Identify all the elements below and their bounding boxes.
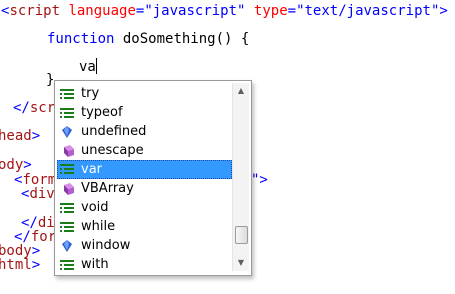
function-signature: doSomething() { [122, 31, 250, 47]
code-line-script-close: </scr [13, 98, 55, 118]
completion-item[interactable]: void [57, 198, 233, 217]
keyword-icon [60, 163, 74, 175]
typed-text: va [79, 59, 96, 75]
keyword-icon [60, 87, 74, 99]
tag-name: script [9, 3, 61, 19]
completion-item-label: with [81, 257, 109, 272]
keyword-icon [60, 106, 74, 118]
completion-item-label: while [81, 219, 116, 234]
completion-item-label: VBArray [81, 181, 134, 196]
code-line-form-tail: "> [251, 170, 268, 190]
completion-item-label: undefined [81, 124, 147, 139]
tag-name: div [29, 186, 55, 202]
tag-bracket: > [31, 257, 41, 273]
attr-name: language [68, 3, 136, 19]
attr-name: type [253, 3, 288, 19]
code-line-script-open: <script language="javascript" type="text… [1, 1, 448, 21]
attr-value: "javascript" [144, 3, 246, 19]
completion-item[interactable]: unescape [57, 141, 233, 160]
completion-item[interactable]: window [57, 236, 233, 255]
tag-bracket: </ [13, 100, 30, 116]
code-line-div-open: <div [21, 184, 55, 204]
completion-item-label: window [81, 238, 131, 253]
attr-value: "text/javascript" [296, 3, 440, 19]
keyword-icon [60, 258, 74, 270]
tag-bracket: > [31, 128, 41, 144]
completion-item[interactable]: var [57, 160, 232, 179]
completion-item[interactable]: try [57, 84, 233, 103]
keyword: function [47, 31, 115, 47]
completion-item[interactable]: typeof [57, 103, 233, 122]
completion-item-label: var [81, 162, 103, 177]
tag-name: html [0, 257, 32, 273]
code-line-head-close: head> [0, 126, 40, 146]
keyword-icon [60, 201, 74, 213]
keyword-icon [60, 220, 74, 232]
object-icon [60, 239, 74, 252]
completion-list[interactable]: try typeof undefined unescape var VBArray void… [57, 84, 233, 274]
completion-item-label: void [81, 200, 109, 215]
tag-name: head [0, 128, 32, 144]
object-icon [60, 125, 74, 138]
attr-equals: = [287, 3, 297, 19]
completion-item-label: try [81, 86, 100, 101]
attr-value-tail: "> [251, 172, 268, 188]
completion-item[interactable]: undefined [57, 122, 233, 141]
scroll-up-arrow-icon[interactable]: ▲ [233, 83, 249, 99]
tag-bracket: > [439, 3, 448, 19]
code-line-function: function doSomething() { [47, 29, 249, 49]
completion-item[interactable]: with [57, 255, 233, 274]
tag-name: scr [29, 100, 56, 116]
code-line-typing: va [79, 57, 97, 77]
code-line-html-close: html> [0, 255, 40, 275]
completion-item[interactable]: while [57, 217, 233, 236]
completion-scrollbar[interactable]: ▲ ▼ [232, 83, 249, 271]
text-caret [95, 58, 97, 74]
scroll-thumb[interactable] [235, 225, 248, 244]
completion-item-label: typeof [81, 105, 123, 120]
completion-item[interactable]: VBArray [57, 179, 233, 198]
method-icon [60, 182, 74, 195]
scroll-down-arrow-icon[interactable]: ▼ [233, 255, 249, 271]
method-icon [60, 144, 74, 157]
completion-item-label: unescape [81, 143, 144, 158]
completion-popup[interactable]: try typeof undefined unescape var VBArray void… [54, 80, 252, 276]
